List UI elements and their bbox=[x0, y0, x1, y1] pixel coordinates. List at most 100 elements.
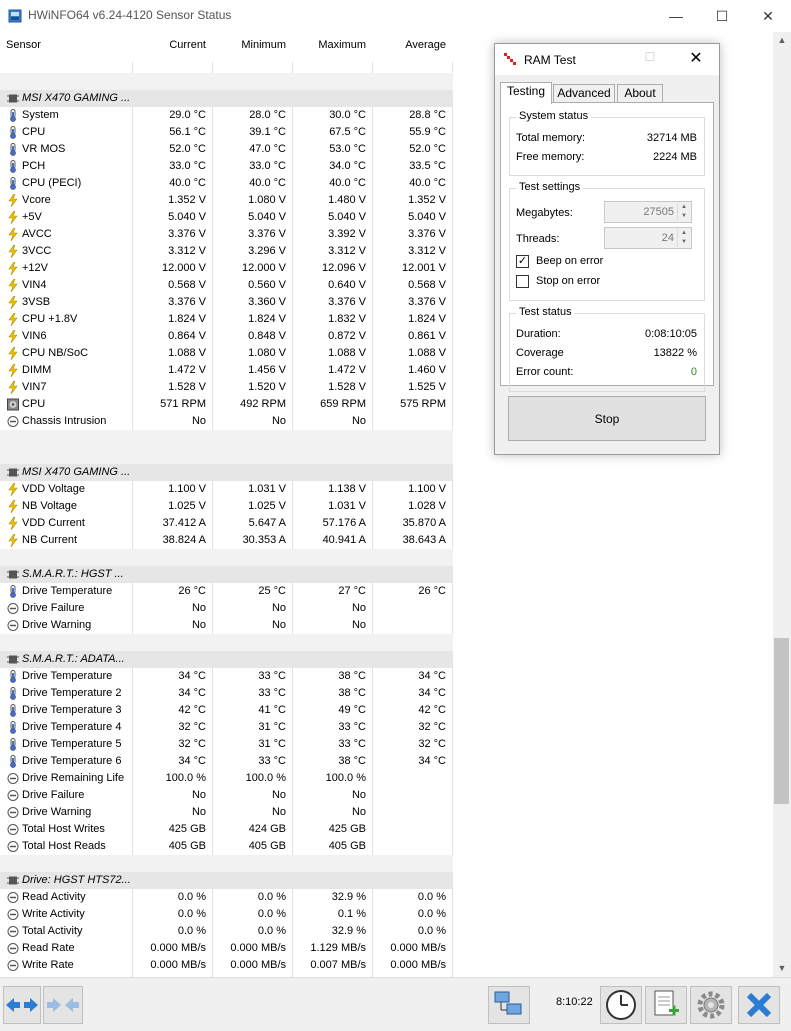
sensor-row[interactable]: CPU 571 RPM 492 RPM 659 RPM 575 RPM bbox=[0, 396, 453, 413]
minimize-button[interactable]: — bbox=[653, 0, 699, 32]
tab-about[interactable]: About bbox=[617, 84, 663, 103]
sensor-row[interactable]: Drive Temperature 2 34 °C 33 °C 38 °C 34 °C bbox=[0, 685, 453, 702]
stop-button[interactable]: Stop bbox=[508, 396, 706, 441]
sensor-row[interactable]: Total Host Writes 425 GB 424 GB 425 GB bbox=[0, 821, 453, 838]
scrollbar-thumb[interactable] bbox=[774, 638, 789, 804]
sensor-row[interactable]: Drive Remaining Life 100.0 % 100.0 % 100.0 … bbox=[0, 770, 453, 787]
header-sensor[interactable]: Sensor bbox=[6, 39, 41, 51]
sensor-row[interactable]: Chassis Intrusion No No No bbox=[0, 413, 453, 430]
sensor-row[interactable]: CPU 56.1 °C 39.1 °C 67.5 °C 55.9 °C bbox=[0, 124, 453, 141]
sensor-group-header[interactable]: S.M.A.R.T.: HGST ... bbox=[0, 566, 453, 583]
sensor-row[interactable]: Vcore 1.352 V 1.080 V 1.480 V 1.352 V bbox=[0, 192, 453, 209]
chip-icon bbox=[7, 570, 19, 579]
average-value: 0.000 MB/s bbox=[390, 959, 446, 971]
lightning-bolt-icon bbox=[7, 346, 19, 361]
ram-test-close-button[interactable]: ✕ bbox=[683, 47, 709, 71]
sensor-row[interactable]: +12V 12.000 V 12.000 V 12.096 V 12.001 V bbox=[0, 260, 453, 277]
average-value: 5.040 V bbox=[408, 211, 446, 223]
maximum-value: No bbox=[351, 602, 366, 614]
maximum-value: 0.872 V bbox=[328, 330, 366, 342]
sensor-row[interactable]: Write Activity 0.0 % 0.0 % 0.1 % 0.0 % bbox=[0, 906, 453, 923]
sensor-row[interactable]: Drive Warning No No No bbox=[0, 804, 453, 821]
spin-down-icon[interactable]: ▼ bbox=[677, 212, 690, 221]
header-maximum[interactable]: Maximum bbox=[292, 39, 366, 51]
sensor-row[interactable]: DIMM 1.472 V 1.456 V 1.472 V 1.460 V bbox=[0, 362, 453, 379]
layout-button[interactable] bbox=[43, 986, 83, 1024]
sensor-row[interactable]: Total Host Reads 405 GB 405 GB 405 GB bbox=[0, 838, 453, 855]
sensor-row[interactable]: CPU (PECI) 40.0 °C 40.0 °C 40.0 °C 40.0 °C bbox=[0, 175, 453, 192]
sensor-name: Total Host Reads bbox=[22, 840, 106, 852]
duration-value: 0:08:10:05 bbox=[645, 328, 697, 340]
sensor-name: AVCC bbox=[22, 228, 52, 240]
sensor-row[interactable]: VIN7 1.528 V 1.520 V 1.528 V 1.525 V bbox=[0, 379, 453, 396]
sensor-row[interactable]: Drive Warning No No No bbox=[0, 617, 453, 634]
sensor-row[interactable]: Drive Temperature 26 °C 25 °C 27 °C 26 °C bbox=[0, 583, 453, 600]
sensor-row[interactable]: Total Activity 0.0 % 0.0 % 32.9 % 0.0 % bbox=[0, 923, 453, 940]
sensor-row[interactable]: 3VCC 3.312 V 3.296 V 3.312 V 3.312 V bbox=[0, 243, 453, 260]
sensor-row[interactable]: AVCC 3.376 V 3.376 V 3.392 V 3.376 V bbox=[0, 226, 453, 243]
test-status-label: Test status bbox=[516, 306, 575, 318]
sensor-group-header[interactable]: MSI X470 GAMING ... bbox=[0, 464, 453, 481]
sensor-row[interactable]: Read Activity 0.0 % 0.0 % 32.9 % 0.0 % bbox=[0, 889, 453, 906]
tab-advanced[interactable]: Advanced bbox=[553, 84, 615, 103]
sensor-row[interactable]: VDD Current 37.412 A 5.647 A 57.176 A 35.870… bbox=[0, 515, 453, 532]
scroll-up-arrow-icon[interactable]: ▲ bbox=[773, 32, 791, 49]
header-average[interactable]: Average bbox=[372, 39, 446, 51]
sensor-row[interactable]: 3VSB 3.376 V 3.360 V 3.376 V 3.376 V bbox=[0, 294, 453, 311]
megabytes-stepper[interactable]: 27505 ▲ ▼ bbox=[604, 201, 692, 223]
spin-up-icon[interactable]: ▲ bbox=[677, 229, 690, 238]
checkmark-icon[interactable]: ✓ bbox=[516, 255, 529, 268]
sensor-name: VDD Voltage bbox=[22, 483, 85, 495]
sensor-row[interactable]: Drive Temperature 34 °C 33 °C 38 °C 34 °C bbox=[0, 668, 453, 685]
vertical-scrollbar[interactable]: ▲ ▼ bbox=[773, 32, 791, 977]
sensor-group-header[interactable]: MSI X470 GAMING ... bbox=[0, 90, 453, 107]
current-value: 42 °C bbox=[178, 704, 206, 716]
sensor-row[interactable]: VR MOS 52.0 °C 47.0 °C 53.0 °C 52.0 °C bbox=[0, 141, 453, 158]
sensor-row[interactable]: CPU NB/SoC 1.088 V 1.080 V 1.088 V 1.088 V bbox=[0, 345, 453, 362]
reset-timer-button[interactable] bbox=[600, 986, 642, 1024]
sensor-group-header[interactable]: Drive: HGST HTS72... bbox=[0, 872, 453, 889]
sensor-row[interactable]: +5V 5.040 V 5.040 V 5.040 V 5.040 V bbox=[0, 209, 453, 226]
sensor-group-header[interactable]: S.M.A.R.T.: ADATA... bbox=[0, 651, 453, 668]
average-value: 32 °C bbox=[418, 721, 446, 733]
total-memory-label: Total memory: bbox=[516, 132, 586, 144]
sensor-row[interactable]: System 29.0 °C 28.0 °C 30.0 °C 28.8 °C bbox=[0, 107, 453, 124]
logging-button[interactable] bbox=[645, 986, 687, 1024]
threads-stepper[interactable]: 24 ▲ ▼ bbox=[604, 227, 692, 249]
sensor-row[interactable]: Drive Failure No No No bbox=[0, 600, 453, 617]
sensor-name: Drive Failure bbox=[22, 602, 85, 614]
maximum-value: 659 RPM bbox=[320, 398, 366, 410]
header-current[interactable]: Current bbox=[132, 39, 206, 51]
sensor-row[interactable]: Drive Failure No No No bbox=[0, 787, 453, 804]
tab-testing[interactable]: Testing bbox=[500, 82, 552, 104]
sensor-row[interactable]: PCH 33.0 °C 33.0 °C 34.0 °C 33.5 °C bbox=[0, 158, 453, 175]
expand-collapse-button[interactable] bbox=[3, 986, 41, 1024]
current-value: 5.040 V bbox=[168, 211, 206, 223]
maximize-button[interactable]: ☐ bbox=[699, 0, 745, 32]
exit-button[interactable] bbox=[738, 986, 780, 1024]
sensor-name: Vcore bbox=[22, 194, 51, 206]
average-value: 1.525 V bbox=[408, 381, 446, 393]
sensor-row[interactable]: Drive Temperature 3 42 °C 41 °C 49 °C 42 °C bbox=[0, 702, 453, 719]
empty-checkbox-icon[interactable] bbox=[516, 275, 529, 288]
sensor-row[interactable]: VIN4 0.568 V 0.560 V 0.640 V 0.568 V bbox=[0, 277, 453, 294]
sensor-row[interactable]: Write Rate 0.000 MB/s 0.000 MB/s 0.007 MB/s… bbox=[0, 957, 453, 974]
sensor-row[interactable]: Drive Temperature 4 32 °C 31 °C 33 °C 32 °C bbox=[0, 719, 453, 736]
sensor-row[interactable]: NB Current 38.824 A 30.353 A 40.941 A 38.643… bbox=[0, 532, 453, 549]
scroll-down-arrow-icon[interactable]: ▼ bbox=[773, 960, 791, 977]
sensor-row[interactable]: CPU +1.8V 1.824 V 1.824 V 1.832 V 1.824 V bbox=[0, 311, 453, 328]
spin-up-icon[interactable]: ▲ bbox=[677, 203, 690, 212]
sensor-row[interactable]: VDD Voltage 1.100 V 1.031 V 1.138 V 1.100 V bbox=[0, 481, 453, 498]
sensor-row[interactable]: Read Rate 0.000 MB/s 0.000 MB/s 1.129 MB/s 0… bbox=[0, 940, 453, 957]
spin-down-icon[interactable]: ▼ bbox=[677, 238, 690, 247]
sensor-row[interactable]: VIN6 0.864 V 0.848 V 0.872 V 0.861 V bbox=[0, 328, 453, 345]
minimum-value: 33 °C bbox=[258, 670, 286, 682]
sensor-row[interactable]: Drive Temperature 5 32 °C 31 °C 33 °C 32 °C bbox=[0, 736, 453, 753]
close-button[interactable]: ✕ bbox=[745, 0, 791, 32]
sensor-row[interactable]: NB Voltage 1.025 V 1.025 V 1.031 V 1.028 V bbox=[0, 498, 453, 515]
network-button[interactable] bbox=[488, 986, 530, 1024]
chip-icon bbox=[7, 876, 19, 885]
sensor-row[interactable]: Drive Temperature 6 34 °C 33 °C 38 °C 34 °C bbox=[0, 753, 453, 770]
settings-button[interactable] bbox=[690, 986, 732, 1024]
header-minimum[interactable]: Minimum bbox=[212, 39, 286, 51]
